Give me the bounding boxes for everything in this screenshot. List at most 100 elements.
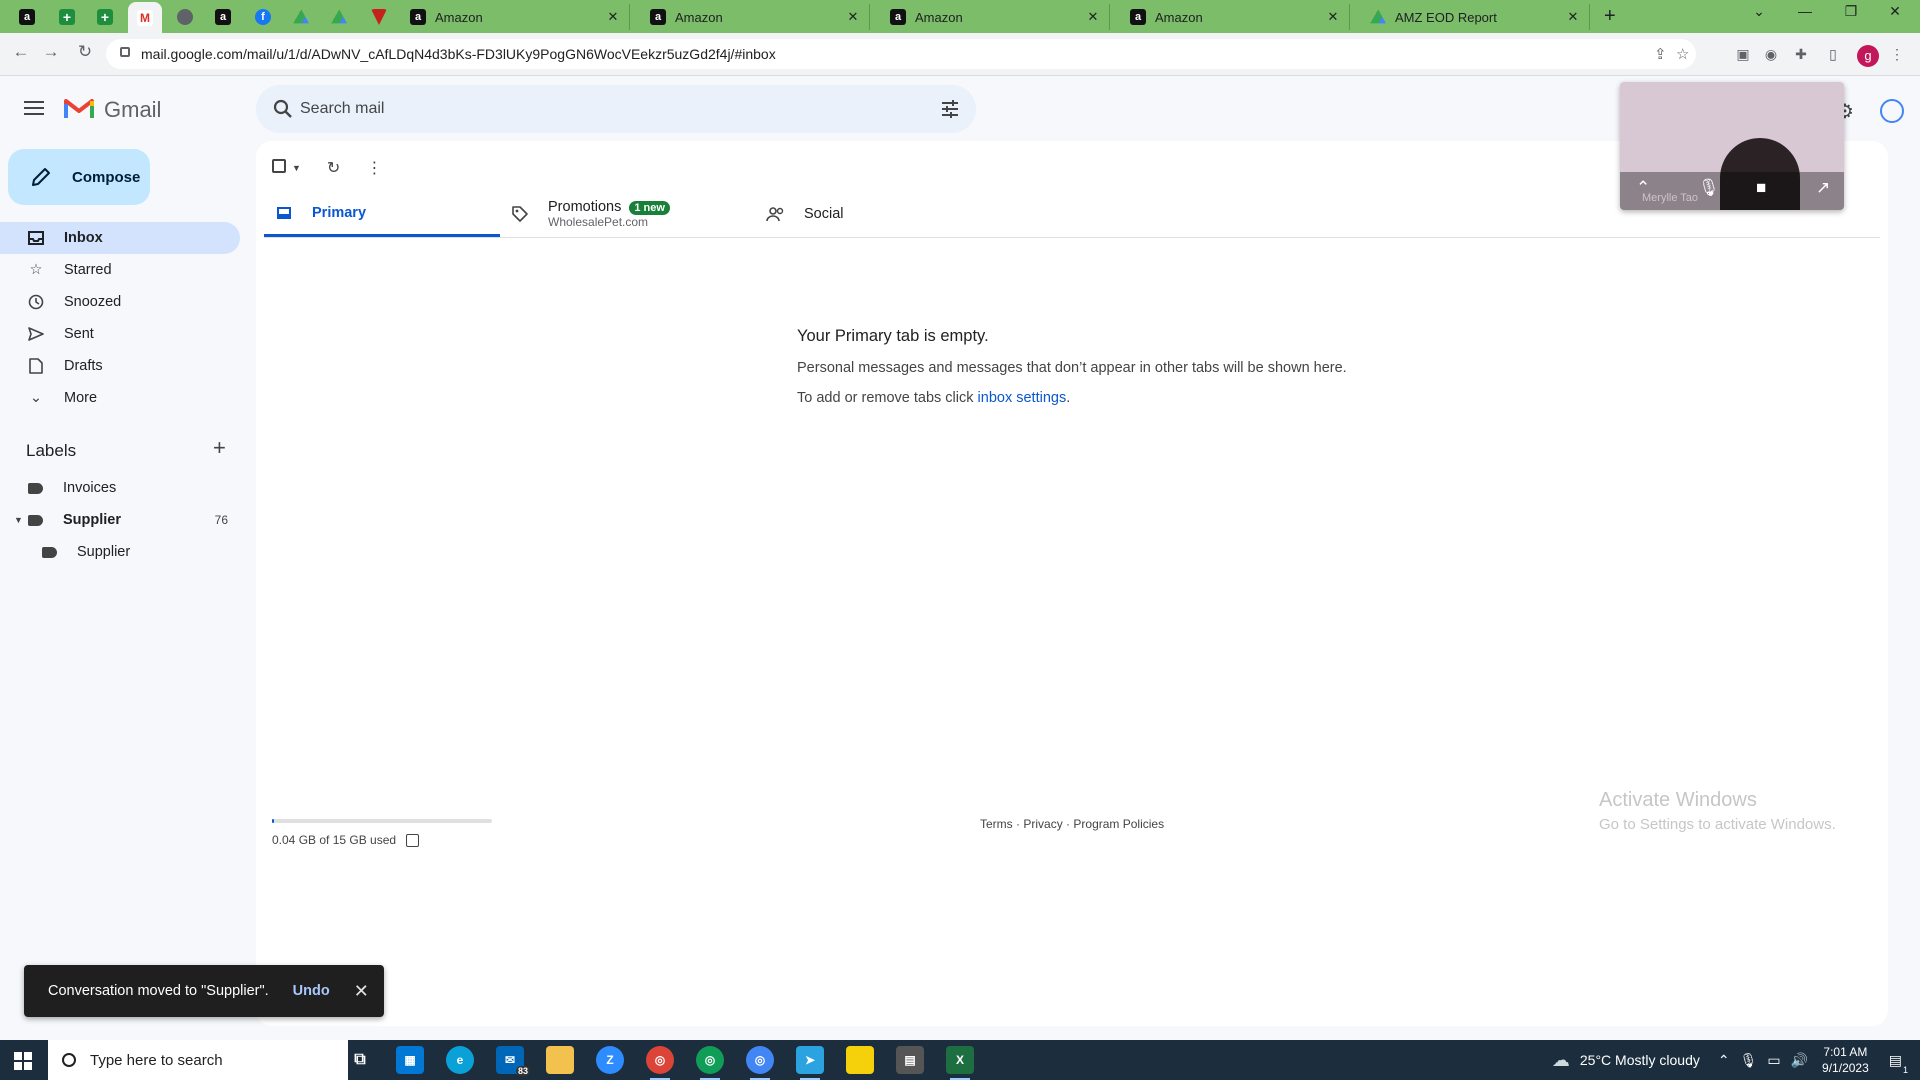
nav-item-more[interactable]: ⌄ More (0, 382, 240, 414)
search-icon[interactable] (272, 98, 294, 120)
nav-item-snoozed[interactable]: Snoozed (0, 286, 240, 318)
share-icon[interactable]: ⇪ (1654, 45, 1667, 63)
main-menu-icon[interactable] (24, 101, 44, 115)
profile-avatar[interactable]: g (1857, 45, 1879, 67)
select-all-checkbox[interactable] (272, 158, 286, 178)
file-explorer-icon[interactable] (546, 1046, 574, 1074)
close-tab-icon[interactable]: ✕ (1325, 9, 1341, 25)
pinned-tab-drive[interactable] (288, 4, 314, 30)
bookmark-star-icon[interactable]: ☆ (1676, 45, 1689, 63)
pinned-tab-gmail[interactable]: M (128, 2, 162, 33)
close-tab-icon[interactable]: ✕ (845, 9, 861, 25)
clock[interactable]: 7:01 AM 9/1/2023 (1822, 1044, 1869, 1076)
pinned-tab-sheets[interactable]: + (54, 4, 80, 30)
restore-icon[interactable]: ❐ (1828, 3, 1874, 20)
nav-item-starred[interactable]: ☆ Starred (0, 254, 240, 286)
browser-menu-icon[interactable]: ⋮ (1888, 46, 1906, 64)
chrome-profile-icon[interactable]: ◎ (696, 1046, 724, 1080)
label-invoices[interactable]: Invoices (28, 473, 268, 503)
new-tab-icon[interactable]: + (1604, 5, 1616, 28)
mic-off-icon[interactable]: 🎙 (1698, 178, 1720, 198)
excel-icon[interactable]: X (946, 1046, 974, 1080)
inbox-settings-link[interactable]: inbox settings (978, 390, 1067, 406)
volume-icon[interactable]: 🔊 (1791, 1052, 1808, 1069)
terms-link[interactable]: Terms (980, 817, 1013, 831)
zoom-icon[interactable]: Z (596, 1046, 624, 1074)
pinned-tab-drive-2[interactable] (326, 4, 352, 30)
add-label-icon[interactable]: + (213, 435, 226, 461)
tab-primary[interactable]: Primary (264, 191, 500, 237)
browser-tab[interactable]: AMZ EOD Report ✕ (1360, 4, 1590, 30)
store-icon[interactable]: ▦ (396, 1046, 424, 1074)
extensions-puzzle-icon[interactable]: ✚ (1792, 46, 1810, 64)
popout-icon[interactable]: ↗ (1816, 178, 1830, 198)
mail-icon[interactable]: ✉ 83 (496, 1046, 530, 1076)
pinned-tab-sheets-2[interactable]: + (92, 4, 118, 30)
close-tab-icon[interactable]: ✕ (1565, 9, 1581, 25)
program-policies-link[interactable]: Program Policies (1073, 817, 1164, 831)
pinned-tab-globe[interactable] (172, 4, 198, 30)
task-view-icon[interactable]: ⧉ (346, 1046, 374, 1074)
undo-button[interactable]: Undo (293, 983, 330, 999)
google-account-icon[interactable] (1880, 99, 1904, 123)
extension-color-icon[interactable]: ◉ (1762, 46, 1780, 64)
select-dropdown-icon[interactable]: ▼ (292, 163, 301, 173)
pinned-tab-amazon-2[interactable]: a (210, 4, 236, 30)
close-tab-icon[interactable]: ✕ (1085, 9, 1101, 25)
notifications-icon[interactable]: ▤ 1 (1889, 1052, 1908, 1075)
close-window-icon[interactable]: ✕ (1872, 3, 1918, 20)
notification-count: 1 (1902, 1064, 1908, 1075)
camera-icon[interactable]: ■ (1756, 178, 1766, 198)
compose-button[interactable]: Compose (8, 149, 150, 205)
side-panel-icon[interactable]: ▯ (1824, 46, 1842, 64)
browser-tab[interactable]: a Amazon ✕ (1120, 4, 1350, 30)
sticky-notes-icon[interactable] (846, 1046, 874, 1074)
tab-promotions[interactable]: Promotions 1 new WholesalePet.com (500, 191, 736, 237)
label-count: 76 (214, 513, 228, 527)
chrome-profile-2-icon[interactable]: ◎ (746, 1046, 774, 1080)
weather-text[interactable]: 25°C Mostly cloudy (1580, 1052, 1700, 1068)
open-storage-icon[interactable] (406, 833, 420, 847)
label-supplier-sub[interactable]: Supplier (42, 537, 282, 567)
refresh-icon[interactable]: ↻ (327, 158, 340, 178)
close-tab-icon[interactable]: ✕ (605, 9, 621, 25)
tab-search-icon[interactable]: ⌄ (1736, 3, 1782, 20)
caret-down-icon[interactable]: ▼ (14, 515, 23, 525)
nav-item-drafts[interactable]: Drafts (0, 350, 240, 382)
privacy-link[interactable]: Privacy (1023, 817, 1062, 831)
tab-social[interactable]: Social (756, 191, 992, 237)
video-call-tile[interactable]: ⌃ 🎙 ■ ↗ Merylle Tao (1620, 82, 1844, 210)
browser-tab[interactable]: a Amazon ✕ (400, 4, 630, 30)
pinned-tab-vx[interactable] (366, 4, 392, 30)
microphone-icon[interactable]: 🎙 (1740, 1052, 1758, 1069)
edge-icon[interactable]: e (446, 1046, 474, 1074)
close-icon[interactable]: ✕ (354, 981, 369, 1002)
forward-icon[interactable]: → (38, 42, 64, 62)
extension-off-icon[interactable]: ▣ (1734, 46, 1752, 64)
calculator-icon[interactable]: ▤ (896, 1046, 924, 1074)
amazon-favicon-icon: a (410, 9, 426, 25)
taskbar-search[interactable]: Type here to search (48, 1040, 348, 1080)
pinned-tab-amazon[interactable]: a (14, 4, 40, 30)
footer-separator: · (1016, 817, 1021, 831)
chrome-icon[interactable]: ◎ (646, 1046, 674, 1080)
search-input[interactable] (300, 85, 900, 133)
label-supplier[interactable]: ▼ Supplier 76 (14, 505, 268, 535)
windows-start-icon[interactable] (14, 1052, 32, 1070)
telegram-icon[interactable]: ➤ (796, 1046, 824, 1080)
more-options-icon[interactable]: ⋮ (366, 158, 382, 178)
network-icon[interactable]: ▭ (1767, 1052, 1780, 1069)
browser-tab[interactable]: a Amazon ✕ (640, 4, 870, 30)
minimize-icon[interactable]: — (1782, 3, 1828, 19)
search-options-icon[interactable] (940, 99, 960, 119)
pinned-tab-facebook[interactable]: f (250, 4, 276, 30)
lock-icon (120, 47, 130, 57)
show-hidden-icons[interactable]: ⌃ (1718, 1052, 1730, 1069)
nav-item-sent[interactable]: Sent (0, 318, 240, 350)
browser-tab[interactable]: a Amazon ✕ (880, 4, 1110, 30)
browser-tab-bar: a + + M a f a Amazon ✕ a Amazon ✕ a Amaz… (0, 0, 1920, 33)
address-bar[interactable]: mail.google.com/mail/u/1/d/ADwNV_cAfLDqN… (106, 39, 1696, 69)
reload-icon[interactable]: ↻ (72, 42, 98, 62)
back-icon[interactable]: ← (8, 42, 34, 62)
nav-item-inbox[interactable]: Inbox (0, 222, 240, 254)
